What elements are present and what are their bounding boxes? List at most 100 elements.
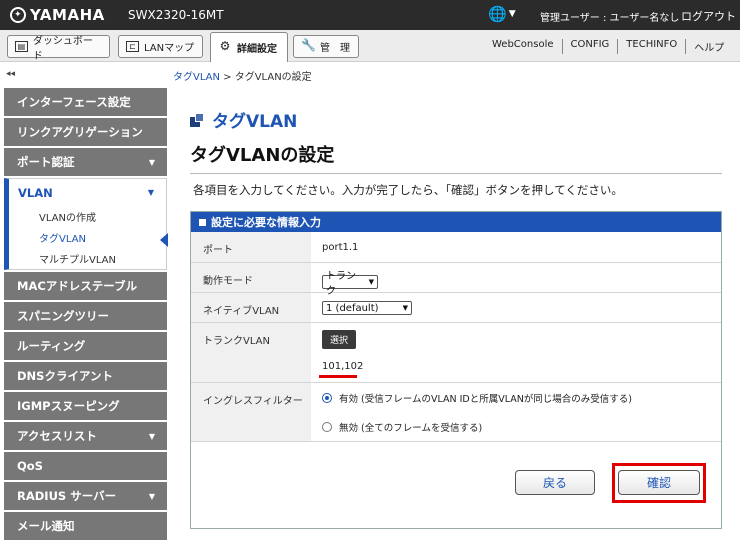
sidebar-item-label: スパニングツリー [17, 309, 109, 323]
sidebar-item-label: QoS [17, 459, 43, 473]
native-vlan-label: ネイティブVLAN [191, 293, 311, 322]
ingress-filter-disabled-label: 無効 (全てのフレームを受信する) [339, 423, 483, 434]
mode-select[interactable]: トランク ▼ [322, 271, 378, 297]
submenu-item-tag-vlan[interactable]: タグVLAN [9, 227, 166, 248]
native-vlan-select-value: 1 (default) [326, 302, 379, 314]
ingress-filter-enabled-radio[interactable]: 有効 (受信フレームのVLAN IDと所属VLANが同じ場合のみ受信する) [322, 391, 632, 405]
row-port: ポート port1.1 [191, 232, 721, 263]
tab-management[interactable]: 🔧 管 理 [293, 35, 359, 58]
tab-lan-map[interactable]: ⊏ LANマップ [118, 35, 203, 58]
language-selector[interactable]: 🌐 ▼ [488, 5, 516, 23]
sidebar-item-label: ルーティング [17, 339, 86, 353]
gear-icon: ⚙ [219, 39, 231, 53]
breadcrumb-parent-link[interactable]: タグVLAN [173, 72, 220, 83]
sidebar-item-interface-settings[interactable]: インターフェース設定 [4, 88, 167, 116]
ingress-filter-label: イングレスフィルター [191, 383, 311, 441]
submenu-item-vlan-create[interactable]: VLANの作成 [9, 206, 166, 227]
trunk-vlan-label: トランクVLAN [191, 323, 311, 382]
confirm-button[interactable]: 確認 [618, 470, 700, 495]
panel-header: 設定に必要な情報入力 [191, 212, 721, 232]
dashboard-icon: ▤ [15, 41, 28, 52]
yamaha-logo: ✦ YAMAHA [10, 6, 105, 24]
row-trunk-vlan: トランクVLAN 選択 101,102 [191, 323, 721, 383]
sidebar-item-mail-notification[interactable]: メール通知 [4, 512, 167, 540]
row-mode: 動作モード トランク ▼ [191, 263, 721, 297]
panel-title: 設定に必要な情報入力 [211, 216, 321, 229]
ingress-filter-enabled-label: 有効 (受信フレームのVLAN IDと所属VLANが同じ場合のみ受信する) [339, 394, 633, 405]
chevron-down-icon: ▼ [368, 278, 374, 286]
config-link[interactable]: CONFIG [561, 39, 618, 54]
chevron-down-icon: ▼ [402, 304, 408, 312]
sidebar-item-qos[interactable]: QoS [4, 452, 167, 480]
trunk-vlan-select-button[interactable]: 選択 [322, 330, 357, 349]
top-header: ✦ YAMAHA SWX2320-16MT 🌐 ▼ 管理ユーザー : ユーザー名な… [0, 0, 740, 30]
chevron-down-icon: ▼ [508, 9, 516, 19]
model-name: SWX2320-16MT [128, 8, 224, 22]
lan-map-icon: ⊏ [126, 41, 139, 52]
port-value: port1.1 [322, 242, 359, 253]
user-info: 管理ユーザー : ユーザー名なし [540, 13, 680, 24]
sidebar-item-label: MACアドレステーブル [17, 279, 138, 293]
instructions-text: 各項目を入力してください。入力が完了したら、「確認」ボタンを押してください。 [193, 183, 623, 197]
page-title: タグVLANの設定 [190, 145, 335, 166]
trunk-vlan-value: 101,102 [322, 361, 364, 372]
radio-selected-icon [322, 393, 332, 403]
sidebar-item-spanning-tree[interactable]: スパニングツリー [4, 302, 167, 330]
sidebar-item-port-auth[interactable]: ポート認証 ▼ [4, 148, 167, 176]
tab-advanced-settings[interactable]: ⚙ 詳細設定 [210, 32, 288, 62]
wrench-icon: 🔧 [301, 38, 316, 52]
sidebar-item-igmp-snooping[interactable]: IGMPスヌーピング [4, 392, 167, 420]
yamaha-tuning-fork-icon: ✦ [10, 7, 26, 23]
chevron-down-icon: ▼ [148, 491, 155, 501]
help-link[interactable]: ヘルプ [685, 39, 732, 54]
sidebar-item-label: メール通知 [17, 519, 75, 533]
tab-advanced-settings-label: 詳細設定 [237, 44, 277, 55]
square-icon [199, 218, 206, 226]
sidebar-item-link-aggregation[interactable]: リンクアグリゲーション [4, 118, 167, 146]
brand-name: YAMAHA [30, 6, 105, 24]
sidebar-item-radius-server[interactable]: RADIUS サーバー ▼ [4, 482, 167, 510]
radio-unselected-icon [322, 422, 332, 432]
sidebar-item-routing[interactable]: ルーティング [4, 332, 167, 360]
utility-links: WebConsole CONFIG TECHINFO ヘルプ [484, 39, 732, 54]
tab-dashboard[interactable]: ▤ ダッシュボード [7, 35, 110, 62]
section-title: タグVLAN [190, 107, 297, 132]
logout-link[interactable]: ログアウト [681, 8, 736, 24]
vlan-submenu: VLANの作成 タグVLAN マルチプルVLAN [4, 206, 168, 270]
section-icon [190, 112, 204, 127]
chevron-down-icon: ▼ [148, 157, 155, 167]
back-button[interactable]: 戻る [515, 470, 595, 495]
sidebar-menu: インターフェース設定 リンクアグリゲーション ポート認証 ▼ VLAN ▼ VLAN… [4, 88, 168, 541]
row-native-vlan: ネイティブVLAN 1 (default) ▼ [191, 293, 721, 323]
highlight-underline [319, 375, 357, 378]
breadcrumb-separator: > [219, 72, 235, 83]
sidebar-item-label: アクセスリスト [17, 429, 97, 443]
port-label: ポート [191, 232, 311, 262]
sidebar-item-label: ポート認証 [17, 155, 75, 169]
sidebar-item-vlan[interactable]: VLAN ▼ [4, 178, 167, 206]
sidebar-item-label: DNSクライアント [17, 369, 113, 383]
section-title-text: タグVLAN [212, 112, 298, 132]
webconsole-link[interactable]: WebConsole [484, 39, 562, 54]
breadcrumb-current: タグVLANの設定 [234, 72, 312, 83]
sidebar-item-access-list[interactable]: アクセスリスト ▼ [4, 422, 167, 450]
techinfo-link[interactable]: TECHINFO [617, 39, 685, 54]
sidebar-item-label: IGMPスヌーピング [17, 399, 120, 413]
settings-panel: 設定に必要な情報入力 ポート port1.1 動作モード トランク ▼ ネイティブ… [190, 211, 722, 529]
submenu-item-multiple-vlan[interactable]: マルチプルVLAN [9, 248, 166, 269]
sidebar-item-mac-table[interactable]: MACアドレステーブル [4, 272, 167, 300]
main-toolbar: ▤ ダッシュボード ⊏ LANマップ ⚙ 詳細設定 🔧 管 理 WebConso… [0, 30, 740, 62]
tab-management-label: 管 理 [320, 43, 350, 54]
tab-dashboard-label: ダッシュボード [32, 35, 93, 62]
chevron-down-icon: ▼ [147, 188, 154, 197]
globe-icon: 🌐 [488, 5, 507, 23]
sidebar-item-label: RADIUS サーバー [17, 489, 117, 503]
breadcrumb: タグVLAN > タグVLANの設定 [173, 68, 312, 83]
sidebar-item-dns-client[interactable]: DNSクライアント [4, 362, 167, 390]
active-indicator-icon [160, 233, 168, 247]
tab-lan-map-label: LANマップ [144, 43, 195, 54]
ingress-filter-disabled-radio[interactable]: 無効 (全てのフレームを受信する) [322, 420, 482, 434]
collapse-sidebar-icon[interactable]: ◂◂ [6, 69, 15, 79]
native-vlan-select[interactable]: 1 (default) ▼ [322, 301, 412, 315]
mode-label: 動作モード [191, 263, 311, 292]
